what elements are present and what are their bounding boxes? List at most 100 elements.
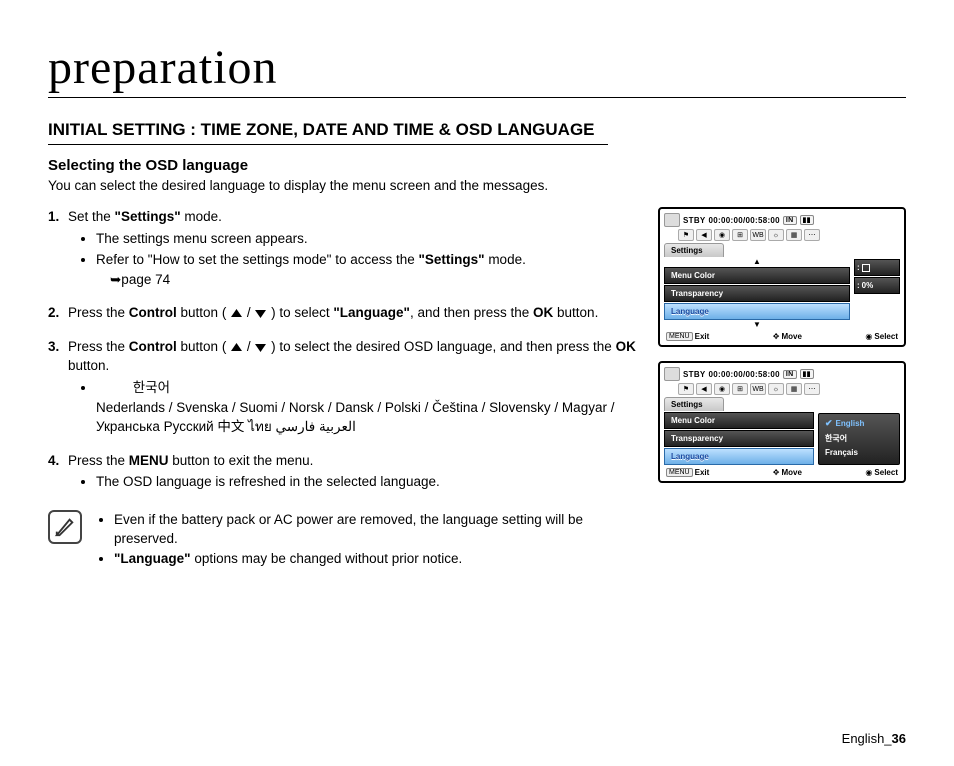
s3c: button ( — [177, 339, 230, 354]
step-1-text-a: Set the — [68, 209, 115, 224]
osd2-sub-english-label: English — [836, 419, 865, 428]
grid-icon: ▦ — [786, 229, 802, 241]
flag-icon: ⚑ — [678, 229, 694, 241]
s3g: button. — [68, 358, 109, 373]
osd1-value-color: : — [854, 259, 900, 276]
sun-icon: ☼ — [768, 229, 784, 241]
step-1-b2-bold: "Settings" — [419, 252, 485, 267]
battery-icon: ▮▮ — [800, 215, 814, 225]
sub-heading: Selecting the OSD language — [48, 157, 906, 174]
note-2-text: options may be changed without prior not… — [191, 551, 463, 566]
osd1-pct: 0% — [862, 281, 874, 290]
wb-icon: WB — [750, 383, 766, 395]
note-block: Even if the battery pack or AC power are… — [48, 510, 638, 569]
step-1: Set the "Settings" mode. The settings me… — [48, 207, 638, 289]
step-1-bold: "Settings" — [115, 209, 181, 224]
osd1-exit: Exit — [695, 332, 710, 341]
osd2-sub-korean: 한국어 — [823, 432, 895, 445]
lang-list: Nederlands / Svenska / Suomi / Norsk / D… — [96, 400, 614, 435]
chevron-down-icon — [254, 342, 267, 353]
osd2-in-badge: IN — [783, 370, 797, 379]
osd1-item-language: Language — [664, 303, 850, 320]
target-icon: ⊞ — [732, 229, 748, 241]
section-heading: INITIAL SETTING : TIME ZONE, DATE AND TI… — [48, 120, 608, 145]
s3e: ) to select the desired OSD language, an… — [267, 339, 615, 354]
s2i: button. — [553, 305, 598, 320]
step-1-b2-a: Refer to "How to set the settings mode" … — [96, 252, 419, 267]
osd1-timecode: 00:00:00/00:58:00 — [709, 216, 780, 225]
step-1-text-b: mode. — [181, 209, 222, 224]
step-1-b2-b: mode. — [485, 252, 526, 267]
osd2-item-menu-color: Menu Color — [664, 412, 814, 429]
s2e: ) to select — [267, 305, 333, 320]
osd2-exit: Exit — [695, 468, 710, 477]
s4b: MENU — [129, 453, 169, 468]
lang-ko: 한국어 — [133, 380, 170, 395]
chevron-up-icon — [230, 308, 243, 319]
s3f: OK — [616, 339, 636, 354]
s2h: OK — [533, 305, 553, 320]
osd2-select: Select — [874, 468, 898, 477]
osd-screenshot-2: STBY 00:00:00/00:58:00 IN ▮▮ ⚑ ◀ ◉ ⊞ WB … — [658, 361, 906, 483]
step-3: Press the Control button ( / ) to select… — [48, 337, 638, 437]
note-2: "Language" options may be changed withou… — [114, 549, 638, 569]
left-icon: ◀ — [696, 383, 712, 395]
note-2-bold: "Language" — [114, 551, 191, 566]
camera-icon — [664, 213, 680, 227]
osd-screenshot-1: STBY 00:00:00/00:58:00 IN ▮▮ ⚑ ◀ ◉ ⊞ WB … — [658, 207, 906, 347]
color-swatch-icon — [862, 264, 870, 272]
osd2-sub-french: Français — [823, 447, 895, 458]
osd2-item-language: Language — [664, 448, 814, 465]
osd1-move: Move — [781, 332, 801, 341]
check-icon: ✔ — [825, 418, 833, 429]
step-4-bullet-1: The OSD language is refreshed in the sel… — [96, 472, 638, 492]
dpad-icon: ✥ — [773, 332, 780, 341]
s2a: Press the — [68, 305, 129, 320]
step-1-bullet-2: Refer to "How to set the settings mode" … — [96, 250, 638, 289]
s2d: / — [243, 305, 254, 320]
s2c: button ( — [177, 305, 230, 320]
osd2-toolbar: ⚑ ◀ ◉ ⊞ WB ☼ ▦ ⋯ — [678, 383, 900, 395]
left-icon: ◀ — [696, 229, 712, 241]
osd2-timecode: 00:00:00/00:58:00 — [709, 370, 780, 379]
target-icon: ⊞ — [732, 383, 748, 395]
osd1-toolbar: ⚑ ◀ ◉ ⊞ WB ☼ ▦ ⋯ — [678, 229, 900, 241]
s3d: / — [243, 339, 254, 354]
osd2-move: Move — [781, 468, 801, 477]
s3a: Press the — [68, 339, 129, 354]
screenshots-column: STBY 00:00:00/00:58:00 IN ▮▮ ⚑ ◀ ◉ ⊞ WB … — [658, 207, 906, 568]
osd1-tab: Settings — [664, 243, 724, 257]
osd1-in-badge: IN — [783, 216, 797, 225]
footer-page-number: 36 — [892, 731, 906, 746]
menu-button-icon: MENU — [666, 468, 693, 477]
osd1-value-transparency: :0% — [854, 277, 900, 294]
sun-icon: ☼ — [768, 383, 784, 395]
dots-icon: ⋯ — [804, 383, 820, 395]
menu-button-icon: MENU — [666, 332, 693, 341]
camera-icon — [664, 367, 680, 381]
osd1-item-menu-color: Menu Color — [664, 267, 850, 284]
note-1: Even if the battery pack or AC power are… — [114, 510, 638, 549]
wb-icon: WB — [750, 229, 766, 241]
battery-icon: ▮▮ — [800, 369, 814, 379]
grid-icon: ▦ — [786, 383, 802, 395]
intro-text: You can select the desired language to d… — [48, 178, 906, 193]
chevron-up-icon — [230, 342, 243, 353]
eye-icon: ◉ — [714, 383, 730, 395]
down-arrow-icon: ▼ — [664, 321, 850, 329]
page-ref: ➥page 74 — [110, 270, 170, 290]
ok-dot-icon: ◉ — [865, 468, 872, 477]
s2f: "Language" — [333, 305, 410, 320]
osd1-select: Select — [874, 332, 898, 341]
osd2-tab: Settings — [664, 397, 724, 411]
page-footer: English_36 — [842, 731, 906, 746]
osd2-stby: STBY — [683, 370, 706, 379]
osd2-language-submenu: ✔English 한국어 Français — [818, 413, 900, 465]
footer-label: English_ — [842, 731, 892, 746]
step-1-bullet-1: The settings menu screen appears. — [96, 229, 638, 249]
ok-dot-icon: ◉ — [865, 332, 872, 341]
s2b: Control — [129, 305, 177, 320]
step-4: Press the MENU button to exit the menu. … — [48, 451, 638, 492]
note-icon — [48, 510, 82, 544]
step-2: Press the Control button ( / ) to select… — [48, 303, 638, 323]
